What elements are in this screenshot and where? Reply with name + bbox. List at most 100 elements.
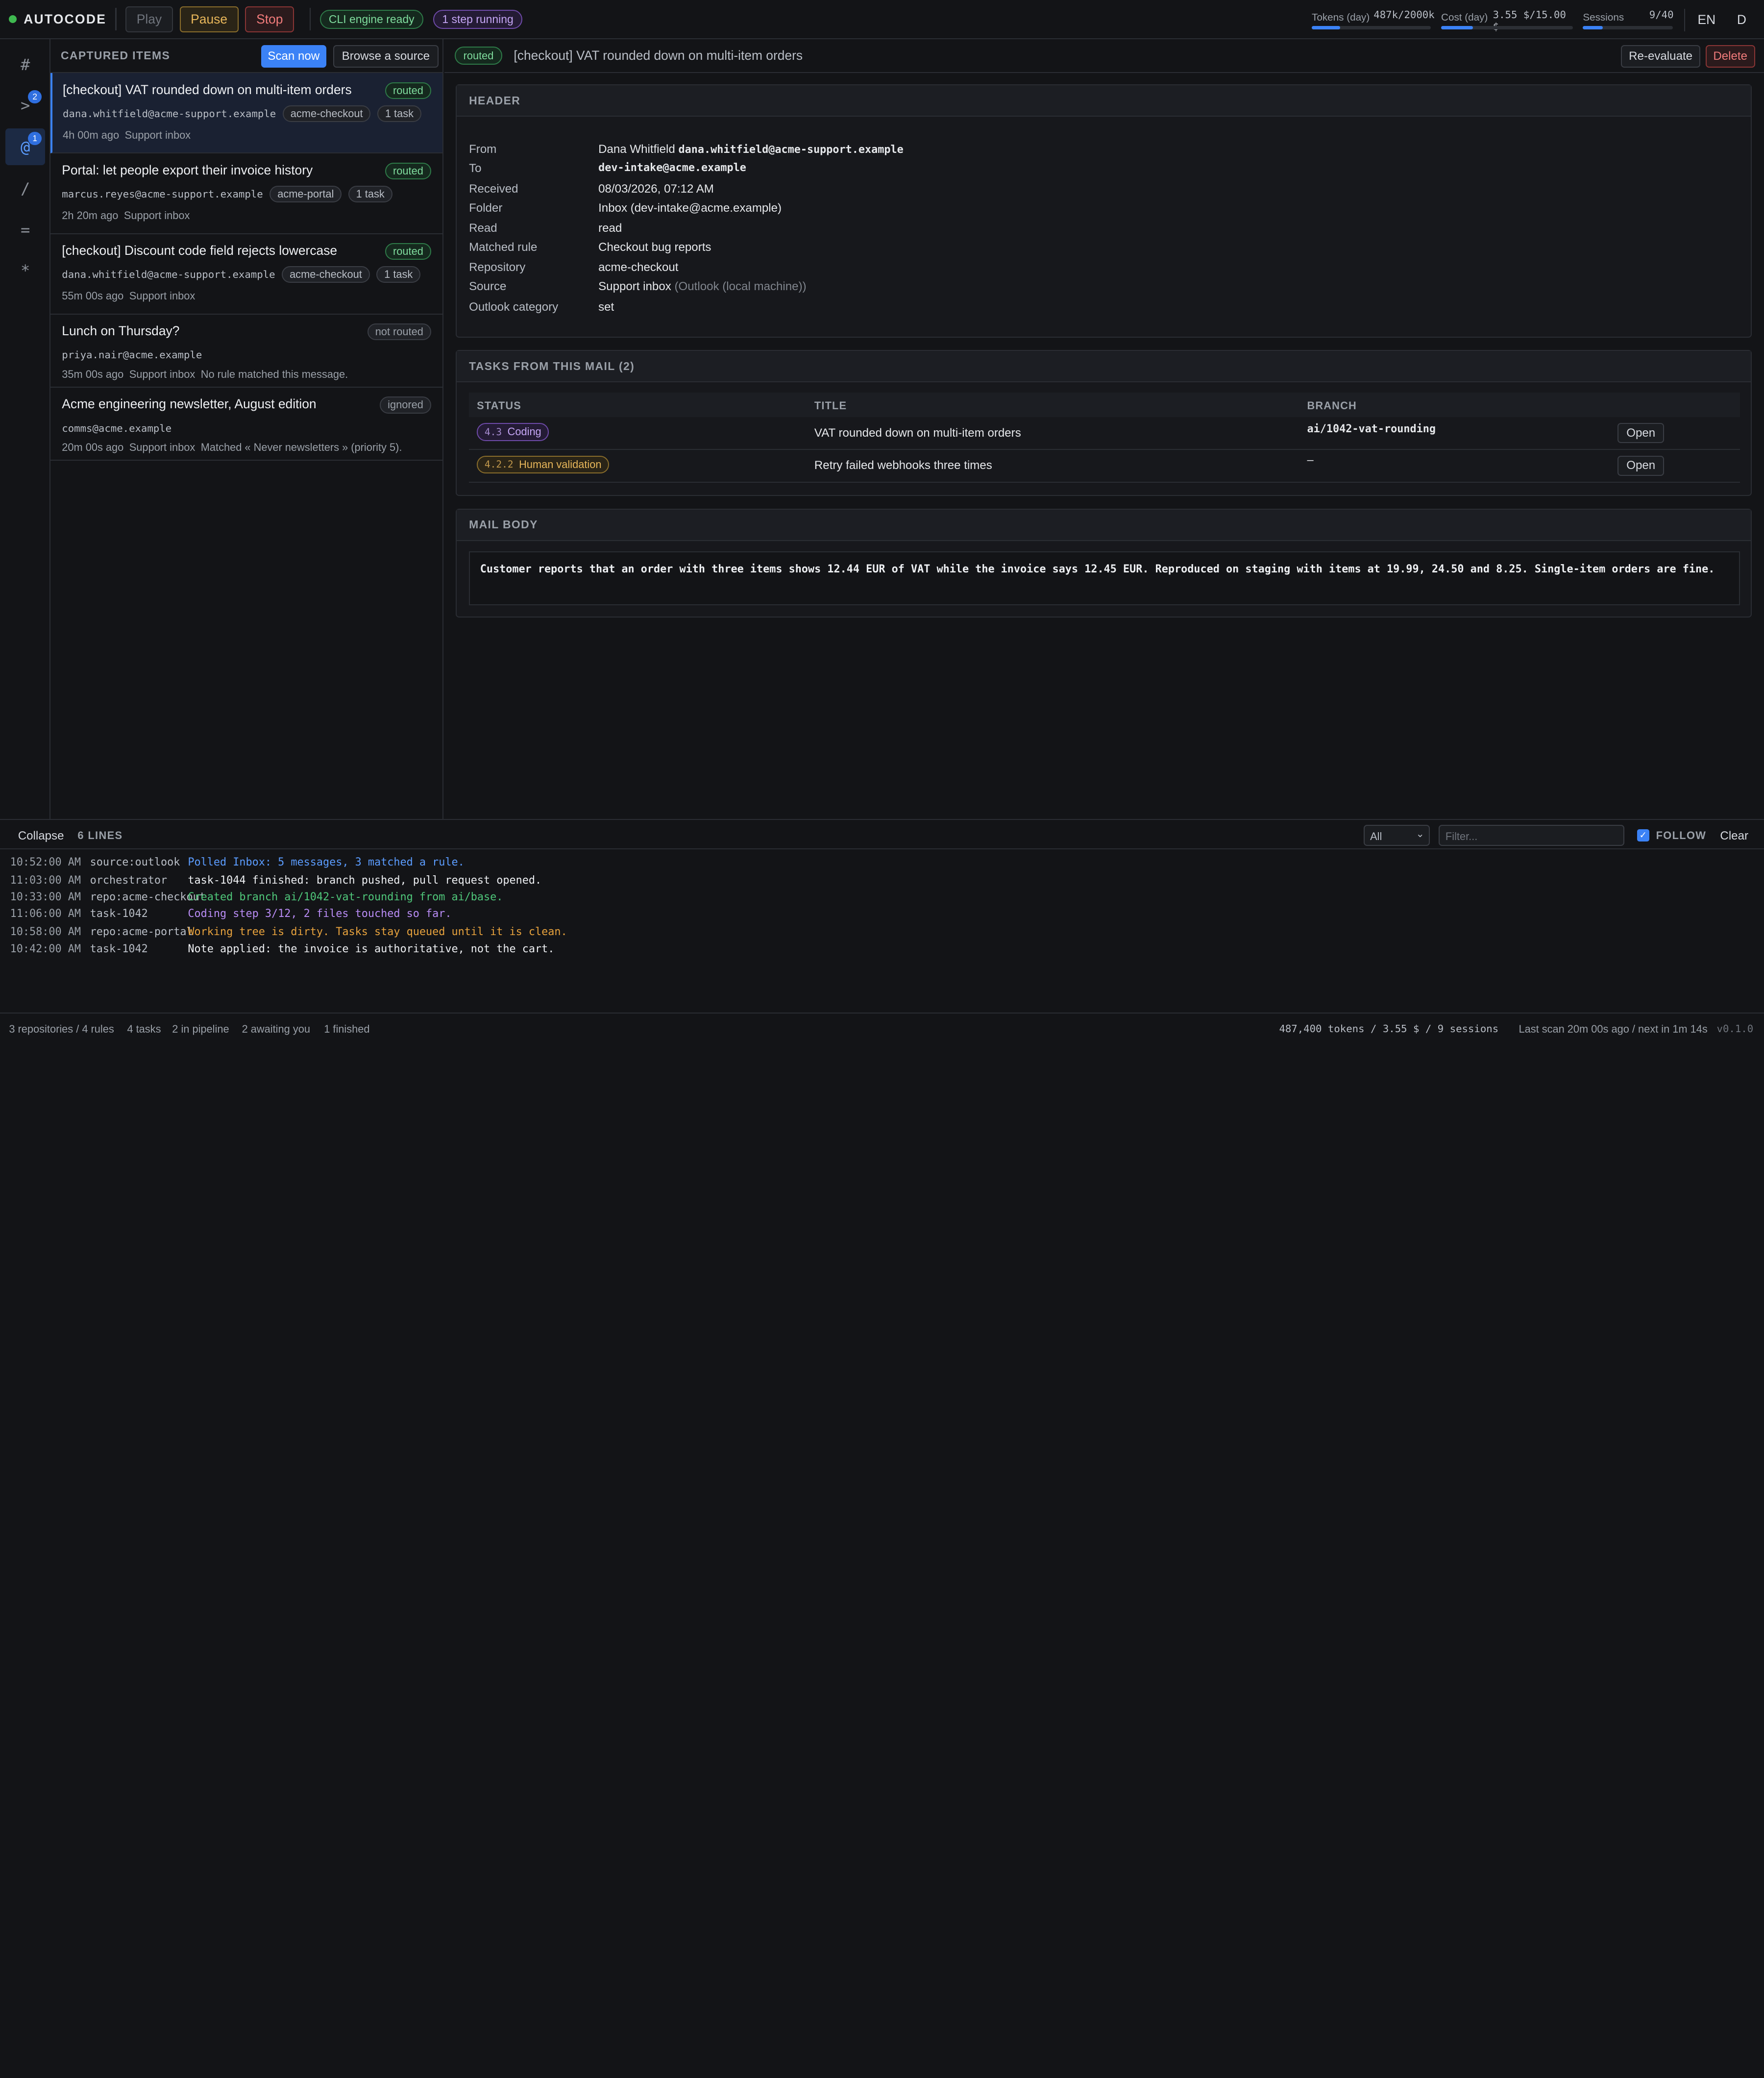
item-source: Support inbox xyxy=(124,128,191,141)
status-badge: routed xyxy=(385,243,431,260)
status-badge: ignored xyxy=(380,396,431,414)
item-detail-panel: routed [checkout] VAT rounded down on mu… xyxy=(444,39,1764,819)
list-item[interactable]: Portal: let people export their invoice … xyxy=(50,153,442,234)
log-filter-input[interactable]: Filter... xyxy=(1439,824,1625,846)
table-row[interactable]: 4.2.2 Human validation Retry failed webho… xyxy=(469,450,1740,483)
terminal-icon[interactable]: >2 xyxy=(5,87,45,124)
status-badge: routed xyxy=(385,162,431,180)
status-badge: routed xyxy=(454,47,503,65)
list-item[interactable]: [checkout] VAT rounded down on multi-ite… xyxy=(50,73,442,154)
open-task-button[interactable]: Open xyxy=(1617,455,1665,476)
to-value: dev-intake@acme.example xyxy=(598,162,746,174)
asterisk-icon[interactable]: * xyxy=(5,252,45,289)
item-note: No rule matched this message. xyxy=(200,368,348,380)
scan-now-button[interactable]: Scan now xyxy=(261,45,326,68)
captured-items-header: CAPTURED ITEMS Scan now Browse a source xyxy=(50,39,442,74)
mail-body-text: Customer reports that an order with thre… xyxy=(469,551,1740,605)
collapse-button[interactable]: Collapse xyxy=(18,829,64,843)
divider xyxy=(1684,9,1686,32)
log-source: task-1042 xyxy=(90,908,148,920)
repo-tag: acme-checkout xyxy=(282,266,370,283)
item-sender: marcus.reyes@acme-support.example xyxy=(62,188,263,200)
item-sender: comms@acme.example xyxy=(62,422,172,434)
re-evaluate-button[interactable]: Re-evaluate xyxy=(1621,45,1700,68)
item-age: 20m 00s ago xyxy=(62,441,124,453)
status-bar: 3 repositories / 4 rules 4 tasks 2 in pi… xyxy=(0,1013,1764,1039)
item-title: [checkout] VAT rounded down on multi-ite… xyxy=(62,82,352,97)
task-title: VAT rounded down on multi-item orders xyxy=(814,426,1021,440)
folder-value: Inbox (dev-intake@acme.example) xyxy=(598,201,782,215)
sessions-meter: Sessions 9/40 xyxy=(1583,9,1674,29)
from-name: Dana Whitfield xyxy=(598,143,675,156)
terminal-count-badge: 2 xyxy=(28,90,42,104)
list-item[interactable]: Acme engineering newsletter, August edit… xyxy=(50,388,442,461)
table-row[interactable]: 4.3 Coding VAT rounded down on multi-item… xyxy=(469,417,1740,450)
play-button[interactable]: Play xyxy=(125,6,173,32)
log-source: orchestrator xyxy=(90,874,168,887)
log-toolbar: Collapse 6 LINES All ⌄ Filter... ✓ FOLLOW… xyxy=(0,820,1764,850)
stop-button[interactable]: Stop xyxy=(245,6,294,32)
delete-button[interactable]: Delete xyxy=(1705,45,1755,68)
language-toggle[interactable]: EN xyxy=(1698,12,1716,27)
at-icon[interactable]: @1 xyxy=(5,128,45,166)
task-count-tag: 1 task xyxy=(377,105,421,123)
open-task-button[interactable]: Open xyxy=(1617,422,1665,444)
clear-log-button[interactable]: Clear xyxy=(1720,829,1748,843)
tokens-meter: Tokens (day) 487k/2000k xyxy=(1312,9,1435,29)
task-branch: – xyxy=(1307,454,1314,467)
task-count-tag: 1 task xyxy=(348,185,392,203)
tokens-value: 487k/2000k xyxy=(1373,9,1435,21)
log-line-count: 6 LINES xyxy=(77,829,123,841)
app-brand: AUTOCODE xyxy=(24,11,107,26)
task-status-badge: 4.3 Coding xyxy=(477,422,549,441)
detail-title: [checkout] VAT rounded down on multi-ite… xyxy=(514,48,803,63)
tokens-meter-fill xyxy=(1312,25,1341,29)
pause-button[interactable]: Pause xyxy=(179,6,239,32)
cost-meter-fill xyxy=(1441,25,1473,29)
engine-status-badge: CLI engine ready xyxy=(319,9,423,29)
theme-toggle[interactable]: D xyxy=(1737,12,1746,27)
log-time: 11:06:00 AM xyxy=(10,908,81,920)
browse-source-button[interactable]: Browse a source xyxy=(333,45,439,68)
tokens-label: Tokens (day) xyxy=(1312,11,1370,23)
matched-rule-value: Checkout bug reports xyxy=(598,241,711,254)
item-title: Portal: let people export their invoice … xyxy=(62,162,313,177)
received-value: 08/03/2026, 07:12 AM xyxy=(598,182,714,196)
follow-checkbox[interactable]: ✓ xyxy=(1637,829,1649,842)
slash-icon[interactable]: / xyxy=(5,170,45,207)
log-source: task-1042 xyxy=(90,942,148,955)
captured-items-title: CAPTURED ITEMS xyxy=(60,49,171,62)
repo-tag: acme-portal xyxy=(270,185,342,203)
equals-icon[interactable]: = xyxy=(5,212,45,249)
list-item[interactable]: Lunch on Thursday? not routed priya.nair… xyxy=(50,315,442,388)
detail-header: routed [checkout] VAT rounded down on mu… xyxy=(444,39,1764,74)
tasks-summary: 4 tasks xyxy=(127,1022,161,1035)
item-note: Matched « Never newsletters » (priority … xyxy=(200,441,402,453)
captured-items-panel: CAPTURED ITEMS Scan now Browse a source … xyxy=(50,39,443,819)
nav-rail: # >2 @1 / = * xyxy=(0,39,51,819)
app-version: v0.1.0 xyxy=(1716,1022,1754,1035)
item-title: Acme engineering newsletter, August edit… xyxy=(62,396,317,412)
read-value: read xyxy=(598,221,622,235)
cost-meter: Cost (day) 3.55 $/15.00 $ xyxy=(1441,9,1573,32)
task-status-badge: 4.2.2 Human validation xyxy=(477,455,610,474)
log-time: 10:52:00 AM xyxy=(10,856,81,868)
status-badge: not routed xyxy=(367,323,431,341)
mail-body-title: MAIL BODY xyxy=(456,509,1751,541)
repos-summary: 3 repositories / 4 rules xyxy=(9,1022,114,1035)
log-message: Working tree is dirty. Tasks stay queued… xyxy=(188,926,567,939)
column-branch: BRANCH xyxy=(1307,399,1357,412)
item-source: Support inbox xyxy=(123,209,190,222)
top-bar: AUTOCODE Play Pause Stop CLI engine read… xyxy=(0,0,1764,40)
header-card: HEADER From Dana Whitfield dana.whitfield… xyxy=(455,84,1752,338)
usage-totals: 487,400 tokens / 3.55 $ / 9 sessions xyxy=(1279,1022,1499,1035)
log-message: Created branch ai/1042-vat-rounding from… xyxy=(188,891,503,904)
header-card-title: HEADER xyxy=(456,85,1751,117)
hash-icon[interactable]: # xyxy=(5,46,45,83)
item-source: Support inbox xyxy=(129,290,196,302)
list-item[interactable]: [checkout] Discount code field rejects l… xyxy=(50,234,442,315)
source-note: (Outlook (local machine)) xyxy=(674,280,807,294)
log-level-select[interactable]: All ⌄ xyxy=(1363,824,1430,846)
category-value: set xyxy=(598,300,614,314)
awaiting-summary: 2 awaiting you xyxy=(242,1022,310,1035)
